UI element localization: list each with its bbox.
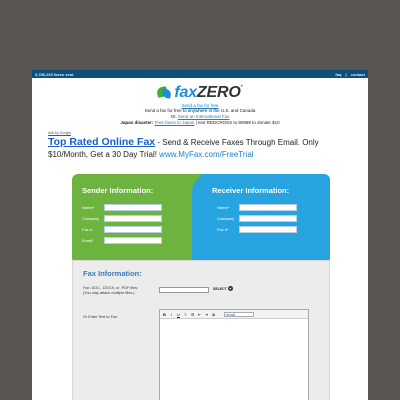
panel-curve [192,174,214,264]
ads-by-google-link[interactable]: Ads by Google [48,131,368,135]
file-upload-label-line2: (You may attach multiple files.) [83,290,135,295]
sender-email-row: Email* [82,237,162,244]
indent-icon[interactable]: ⇥ [204,312,209,317]
top-links-separator: | [345,71,347,77]
receiver-company-input[interactable] [239,215,297,222]
file-upload-label-line1: Fax .DOC, .DOCX, or .PDF files: [83,286,139,290]
fax-text-label: Or Enter Text to Fax: [83,315,118,319]
japan-donate-text: | text REDCROSS to 90999 to donate $10 [195,120,280,125]
sender-company-label: Company [82,216,100,221]
receiver-name-label: Name* [217,205,230,210]
logo-registered: ® [240,84,243,88]
fax-info-title: Fax Information: [83,269,142,278]
sender-title: Sender Information: [82,186,154,195]
faxzero-logo[interactable]: faxZERO® [156,84,243,102]
select-label: SELECT [213,286,227,291]
bold-button[interactable]: B [162,312,167,317]
bullet-list-icon[interactable]: ≡ [183,312,188,317]
sender-fax-label: Fax # [82,227,93,232]
faxes-sent-counter: 3,786,203 faxes sent [35,71,74,77]
browser-page: 3,786,203 faxes sent faq | contact faxZE… [32,70,368,400]
file-upload-label: Fax .DOC, .DOCX, or .PDF files: (You may… [83,286,138,295]
fax-form: Sender Information: Name* Company Fax # … [72,174,330,400]
receiver-fax-row: Fax #* [217,226,297,233]
contact-link[interactable]: contact [351,72,365,77]
align-icon[interactable]: ≣ [211,312,216,317]
japan-fax-link[interactable]: Free faxes to Japan [155,120,195,125]
select-file-button[interactable]: SELECT + [213,286,233,291]
logo-zero: ZERO [196,84,241,101]
ad-url-link[interactable]: www.MyFax.com/FreeTrial [159,150,253,159]
logo-text: faxZERO® [174,84,242,102]
faxzero-logo-icon [156,86,173,99]
fax-info-panel: Fax Information: Fax .DOC, .DOCX, or .PD… [72,260,330,400]
sender-email-input[interactable] [104,237,162,244]
receiver-company-label: Company [217,216,235,221]
sender-fax-row: Fax # [82,226,162,233]
receiver-fax-label: Fax #* [217,227,229,232]
receiver-fax-input[interactable] [239,226,297,233]
receiver-name-input[interactable] [239,204,297,211]
top-links: faq | contact [332,72,365,77]
sender-email-label: Email* [82,238,94,243]
header: faxZERO® Send a fax for free Send a fax … [32,84,368,126]
numbered-list-icon[interactable]: ☰ [190,312,195,317]
plus-icon: + [227,286,233,291]
sender-name-row: Name* [82,204,162,211]
receiver-title: Receiver Information: [212,186,290,195]
outdent-icon[interactable]: ⇤ [197,312,202,317]
sender-name-label: Name* [82,205,95,210]
japan-label: Japan disaster: [120,120,154,125]
file-path-input[interactable] [159,287,209,293]
editor-toolbar: B I U ≡ ☰ ⇤ ⇥ ≣ format [160,310,308,319]
sender-company-input[interactable] [104,215,162,222]
sender-fax-input[interactable] [104,226,162,233]
receiver-name-row: Name* [217,204,297,211]
format-select[interactable]: format [224,311,254,317]
or-text: Or, [170,114,177,119]
faq-link[interactable]: faq [335,72,341,77]
top-bar: 3,786,203 faxes sent faq | contact [32,70,368,78]
japan-line: Japan disaster: Free faxes to Japan | te… [32,120,368,126]
google-ad[interactable]: Top Rated Online Fax - Send & Receive Fa… [48,136,352,160]
underline-button[interactable]: U [176,312,181,317]
sender-name-input[interactable] [104,204,162,211]
receiver-company-row: Company [217,215,297,222]
sender-company-row: Company [82,215,162,222]
ad-title-link[interactable]: Top Rated Online Fax [48,136,155,148]
italic-button[interactable]: I [169,312,174,317]
international-fax-link[interactable]: Send an International Fax [178,114,230,119]
fax-text-editor[interactable]: B I U ≡ ☰ ⇤ ⇥ ≣ format [159,309,309,400]
logo-fax: fax [174,84,197,101]
